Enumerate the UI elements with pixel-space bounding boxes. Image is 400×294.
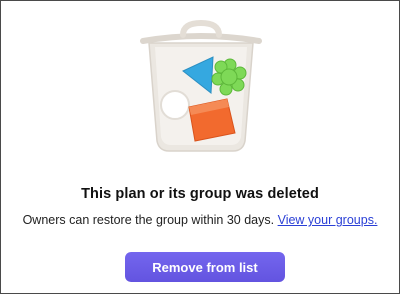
deleted-plan-panel: This plan or its group was deleted Owner… (0, 0, 400, 294)
view-groups-link[interactable]: View your groups. (278, 213, 378, 227)
restore-message: Owners can restore the group within 30 d… (1, 213, 399, 227)
trash-bin-icon (140, 19, 262, 152)
restore-message-text: Owners can restore the group within 30 d… (22, 213, 275, 227)
remove-from-list-button[interactable]: Remove from list (125, 252, 285, 282)
page-title: This plan or its group was deleted (81, 186, 319, 202)
